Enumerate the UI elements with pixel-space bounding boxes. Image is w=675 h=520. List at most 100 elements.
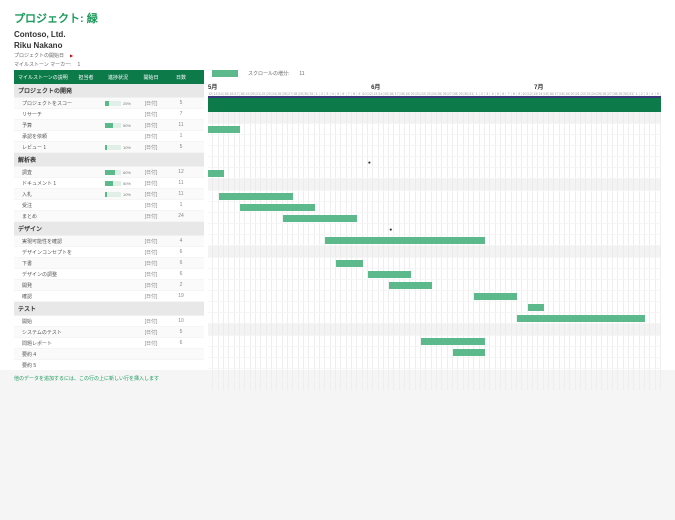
- task-name: レビュー 1: [14, 144, 72, 151]
- task-days: 5: [166, 144, 196, 150]
- month-label: 5月: [208, 82, 217, 91]
- task-row[interactable]: 問題レポート [日付] 6: [14, 338, 204, 349]
- task-days: 6: [166, 340, 196, 346]
- gantt-bar[interactable]: [421, 338, 485, 345]
- timeline-header: 5月 6月 7月 1213141516171819202122232425262…: [208, 82, 661, 98]
- task-name: 開始: [14, 318, 72, 325]
- task-days: 7: [166, 111, 196, 117]
- section-header[interactable]: プロジェクトの開発: [14, 84, 204, 98]
- gantt-bar[interactable]: [325, 237, 485, 244]
- section-header[interactable]: 解析表: [14, 153, 204, 167]
- task-row[interactable]: 開始 [日付] 10: [14, 316, 204, 327]
- gantt-bar[interactable]: [368, 271, 411, 278]
- section-header[interactable]: テスト: [14, 302, 204, 316]
- task-name: 問題レポート: [14, 340, 72, 347]
- warning-triangle-icon: ▶: [70, 53, 73, 58]
- gantt-row: [208, 302, 661, 313]
- task-row[interactable]: 調査 60% [日付] 12: [14, 167, 204, 178]
- section-header[interactable]: デザイン: [14, 222, 204, 236]
- task-row[interactable]: リサーチ [日付] 7: [14, 109, 204, 120]
- task-row[interactable]: 要約 4: [14, 349, 204, 360]
- gantt-bar[interactable]: [208, 170, 224, 177]
- task-start: [日付]: [136, 100, 166, 107]
- task-days: 11: [166, 180, 196, 186]
- task-row[interactable]: プロジェクトをスコープ 25% [日付] 5: [14, 98, 204, 109]
- task-row[interactable]: 予算 50% [日付] 11: [14, 120, 204, 131]
- company-name: Contoso, Ltd.: [14, 30, 661, 39]
- gantt-row: [208, 291, 661, 302]
- header-start[interactable]: 開始日: [136, 74, 166, 81]
- gantt-row: ●: [208, 157, 661, 168]
- spreadsheet-page: プロジェクト: 緑 Contoso, Ltd. Riku Nakano プロジェ…: [0, 0, 675, 370]
- gantt-bar[interactable]: [528, 304, 544, 311]
- gantt-row: [208, 135, 661, 146]
- task-name: 承認を依頼: [14, 133, 72, 140]
- task-days: 4: [166, 238, 196, 244]
- month-label: 7月: [534, 82, 543, 91]
- task-row[interactable]: デザインコンセプトを定義 [日付] 6: [14, 247, 204, 258]
- gantt-chart: スクロールの増分: 11 5月 6月 7月 121314151617181920…: [208, 70, 661, 391]
- task-progress: 50%: [100, 181, 136, 186]
- task-row[interactable]: ドキュメント 1 50% [日付] 11: [14, 178, 204, 189]
- task-start: [日付]: [136, 329, 166, 336]
- gantt-bar[interactable]: [208, 126, 240, 133]
- gantt-row: [208, 369, 661, 380]
- task-row[interactable]: システムのテスト [日付] 5: [14, 327, 204, 338]
- gantt-row: [208, 280, 661, 291]
- header-milestone[interactable]: マイルストーンの説明: [14, 74, 72, 81]
- task-progress: 10%: [100, 145, 136, 150]
- task-row[interactable]: 実現可能性を確認 [日付] 4: [14, 236, 204, 247]
- month-label: 6月: [371, 82, 380, 91]
- gantt-bar[interactable]: [240, 204, 315, 211]
- task-row[interactable]: 確認 [日付] 19: [14, 291, 204, 302]
- task-row[interactable]: 下書 [日付] 6: [14, 258, 204, 269]
- task-row[interactable]: 承認を依頼 [日付] 1: [14, 131, 204, 142]
- task-row[interactable]: デザインの調整 [日付] 6: [14, 269, 204, 280]
- gantt-bar[interactable]: [474, 293, 517, 300]
- gantt-bar[interactable]: [219, 193, 294, 200]
- task-row[interactable]: レビュー 1 10% [日付] 5: [14, 142, 204, 153]
- gantt-bar[interactable]: [517, 315, 645, 322]
- gantt-row: [208, 202, 661, 213]
- task-days: 24: [166, 213, 196, 219]
- task-name: 下書: [14, 260, 72, 267]
- gantt-bar[interactable]: [453, 349, 485, 356]
- task-row[interactable]: まとめ [日付] 24: [14, 211, 204, 222]
- task-name: まとめ: [14, 213, 72, 220]
- task-name: 要約 4: [14, 351, 72, 358]
- milestone-marker-row: マイルストーン マーカー: 1: [14, 61, 661, 68]
- task-row[interactable]: 開発 [日付] 2: [14, 280, 204, 291]
- gantt-row: [208, 235, 661, 246]
- task-days: 11: [166, 122, 196, 128]
- header-progress[interactable]: 進捗状況: [100, 74, 136, 81]
- milestone-marker: ●: [389, 227, 392, 233]
- gantt-bar[interactable]: [389, 282, 432, 289]
- task-start: [日付]: [136, 122, 166, 129]
- gantt-bar[interactable]: [283, 215, 358, 222]
- task-name: 実現可能性を確認: [14, 238, 72, 245]
- footer-note: 他のデータを追加するには、この行の上に新しい行を挿入します: [14, 375, 204, 382]
- task-start: [日付]: [136, 340, 166, 347]
- task-start: [日付]: [136, 282, 166, 289]
- task-row[interactable]: 入札 10% [日付] 11: [14, 189, 204, 200]
- gantt-row: [208, 258, 661, 269]
- gantt-row: [208, 347, 661, 358]
- task-start: [日付]: [136, 144, 166, 151]
- project-start-label: プロジェクトの開始日: [14, 52, 64, 59]
- milestone-marker: ●: [368, 160, 371, 166]
- task-days: 5: [166, 329, 196, 335]
- task-days: 1: [166, 202, 196, 208]
- gantt-bar[interactable]: [336, 260, 363, 267]
- task-name: 予算: [14, 122, 72, 129]
- header-owner[interactable]: 担当者: [72, 74, 100, 81]
- gantt-body[interactable]: ●●: [208, 112, 661, 391]
- task-name: 調査: [14, 169, 72, 176]
- task-days: 2: [166, 282, 196, 288]
- task-row[interactable]: 要約 5: [14, 360, 204, 371]
- task-days: 5: [166, 100, 196, 106]
- task-row[interactable]: 受注 [日付] 1: [14, 200, 204, 211]
- task-start: [日付]: [136, 238, 166, 245]
- task-days: 6: [166, 260, 196, 266]
- timeline-header-strip: [208, 98, 661, 112]
- header-days[interactable]: 日数: [166, 74, 196, 81]
